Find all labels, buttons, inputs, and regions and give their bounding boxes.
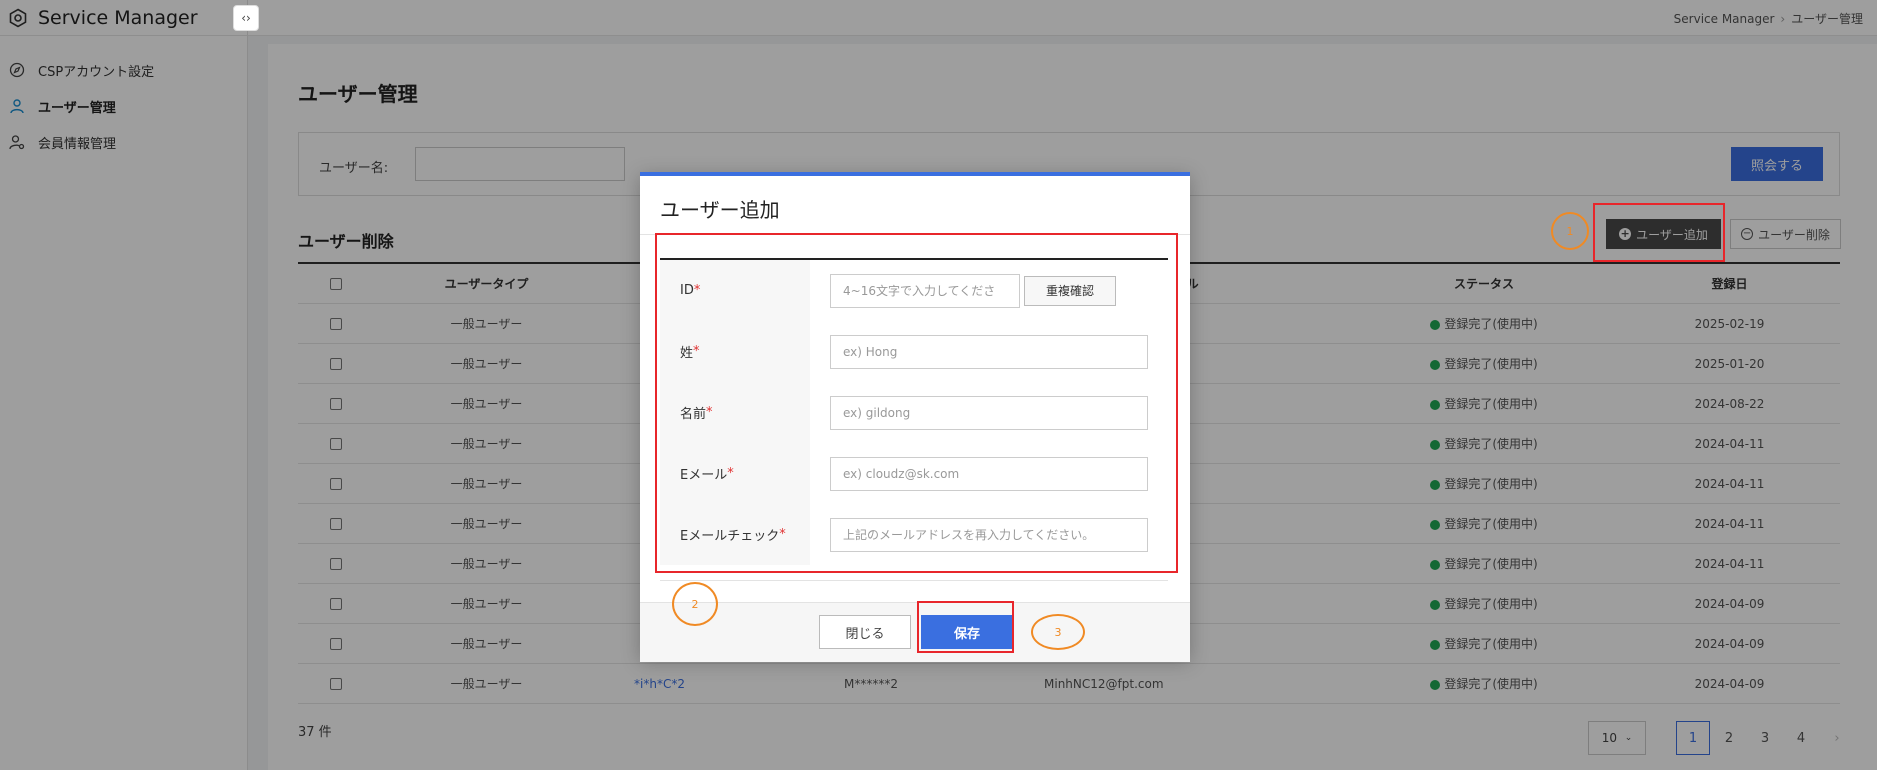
sidebar-collapse-button[interactable]: ‹› [233,5,259,31]
modal-footer: 閉じる 保存 [640,602,1190,662]
annotation-step-1: 1 [1551,212,1589,250]
annotation-box-form [655,233,1178,573]
annotation-step-2: 2 [672,582,718,626]
annotation-step-3: 3 [1031,614,1085,650]
annotation-box-save [917,601,1014,653]
modal-title: ユーザー追加 [660,198,780,222]
close-button[interactable]: 閉じる [819,615,911,649]
code-brackets-icon: ‹› [241,11,251,25]
divider [660,580,1168,581]
annotation-box-add-user [1593,203,1725,262]
